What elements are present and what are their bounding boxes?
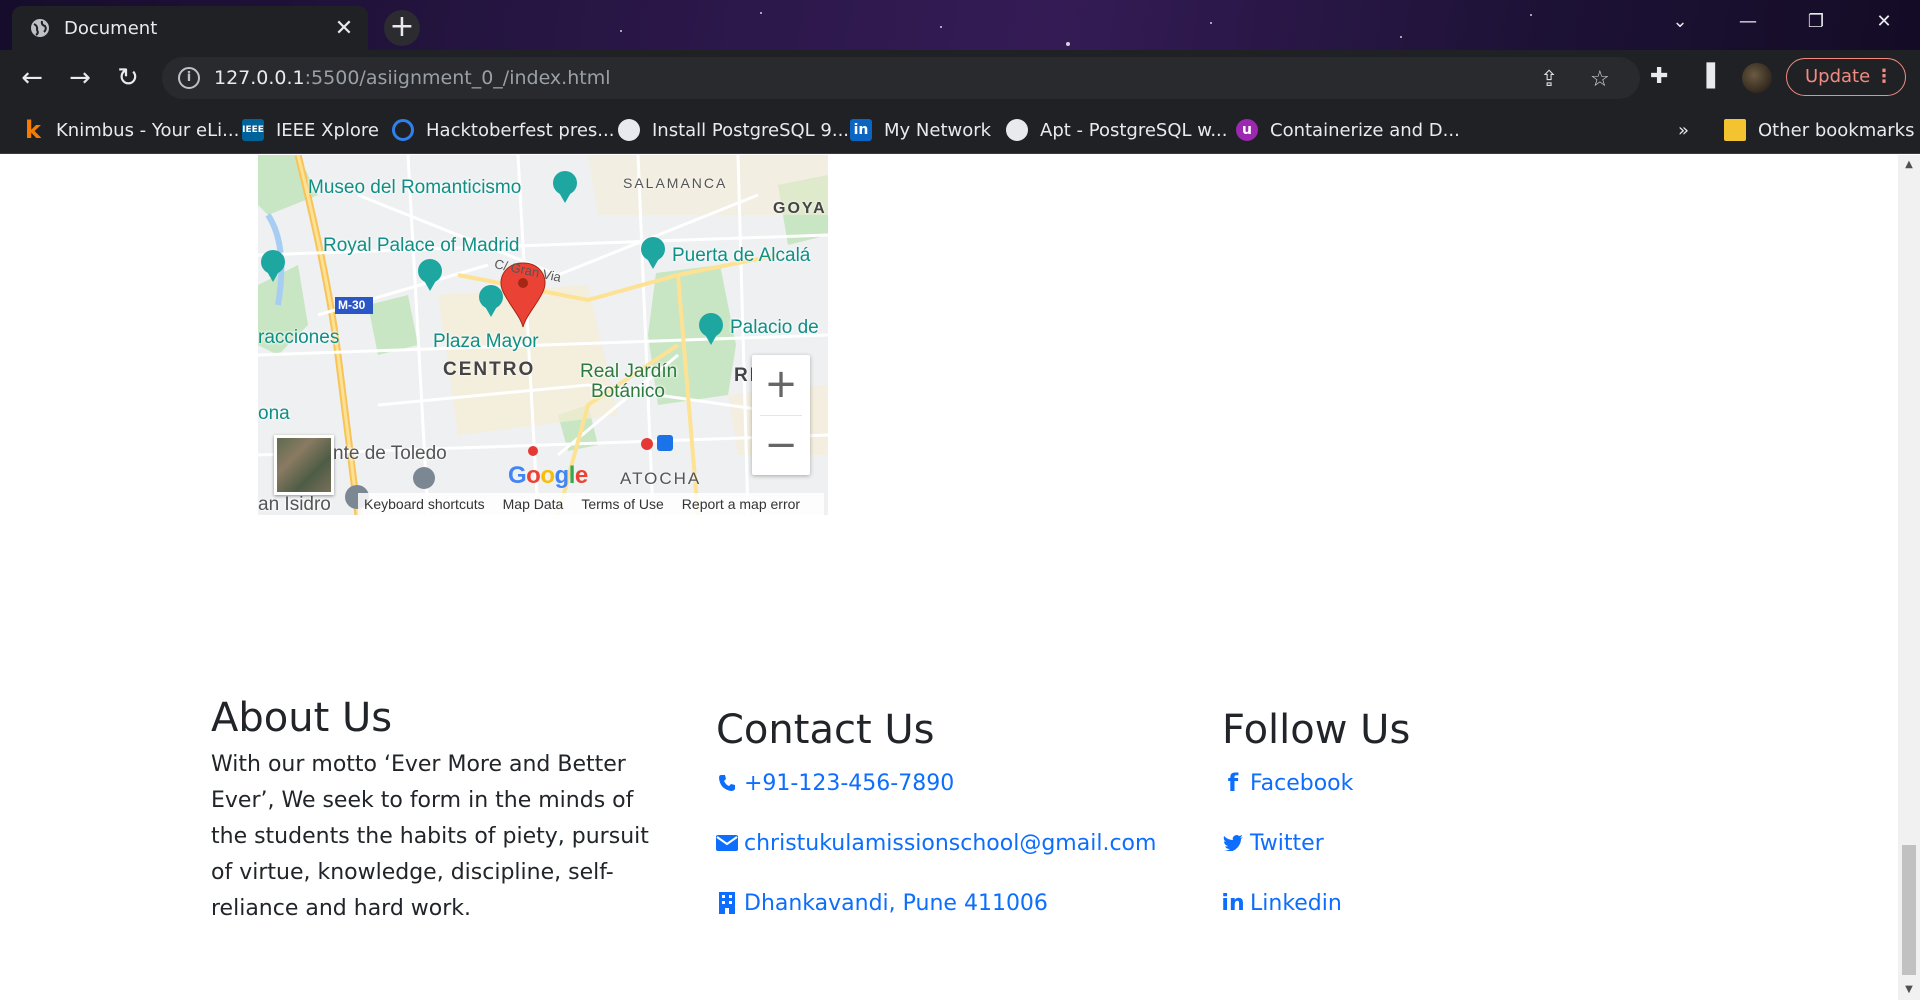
phone-icon: [716, 774, 738, 792]
extensions-icon[interactable]: ✚: [1650, 64, 1668, 89]
google-logo: Google: [508, 462, 588, 489]
scroll-thumb[interactable]: [1902, 845, 1916, 975]
terms-link[interactable]: Terms of Use: [581, 496, 663, 512]
purple-extension-icon: u: [1236, 119, 1258, 141]
building-icon: [716, 892, 738, 914]
twitter-icon: [1222, 835, 1244, 851]
zoom-out-button[interactable]: −: [752, 416, 810, 476]
map-label: SALAMANCA: [623, 175, 728, 191]
twitter-link[interactable]: Twitter: [1222, 813, 1410, 873]
side-panel-icon[interactable]: ▐: [1698, 64, 1715, 89]
tab-strip: Document ✕ + ⌄ — ❐ ✕: [0, 0, 1920, 50]
map-label: ATOCHA: [620, 469, 702, 488]
map-label: ona: [258, 403, 290, 424]
linkedin-link[interactable]: in Linkedin: [1221, 873, 1410, 933]
linkedin-icon: in: [850, 119, 872, 141]
map-label: GOYA: [773, 200, 827, 217]
scroll-down-arrow-icon[interactable]: ▼: [1898, 980, 1920, 1000]
follow-section: Follow Us f Facebook Twitter in Linkedin: [1221, 707, 1411, 933]
map-data-link[interactable]: Map Data: [503, 496, 564, 512]
map-label: Palacio de: [730, 317, 819, 338]
site-info-icon[interactable]: i: [178, 67, 200, 89]
update-button[interactable]: Update ⋮: [1786, 58, 1906, 96]
other-bookmarks[interactable]: Other bookmarks: [1724, 114, 1914, 146]
about-title: About Us: [211, 695, 393, 741]
map-label: Puerta de Alcalá: [672, 245, 811, 266]
new-tab-button[interactable]: +: [384, 10, 420, 46]
hacktoberfest-icon: [392, 119, 414, 141]
facebook-icon: f: [1227, 769, 1239, 797]
bookmark-item[interactable]: k Knimbus - Your eLi...: [22, 114, 239, 146]
map-label: an Isidro: [258, 494, 331, 515]
bookmarks-bar: k Knimbus - Your eLi... IEEE IEEE Xplore…: [0, 106, 1920, 154]
about-section: About Us With our motto ‘Ever More and B…: [211, 695, 671, 927]
ieee-icon: IEEE: [242, 119, 264, 141]
bookmark-item[interactable]: Hacktoberfest pres...: [392, 114, 614, 146]
follow-title: Follow Us: [1222, 707, 1411, 753]
linkedin-icon: in: [1221, 890, 1245, 916]
folder-icon: [1724, 119, 1746, 141]
bookmark-item[interactable]: IEEE IEEE Xplore: [242, 114, 379, 146]
restore-icon[interactable]: ❐: [1784, 0, 1848, 44]
address-bar[interactable]: i 127.0.0.1:5500/asiignment_0_/index.htm…: [162, 57, 1640, 99]
tab-title: Document: [64, 17, 158, 39]
contact-section: Contact Us +91-123-456-7890 christukulam…: [716, 707, 1156, 933]
address-link[interactable]: Dhankavandi, Pune 411006: [716, 873, 1156, 933]
globe-icon: [31, 19, 49, 37]
map-label: M-30: [338, 298, 366, 312]
map-label: CENTRO: [443, 359, 536, 380]
browser-tab[interactable]: Document ✕: [12, 6, 368, 50]
keyboard-shortcuts-link[interactable]: Keyboard shortcuts: [364, 496, 485, 512]
knimbus-icon: k: [25, 116, 41, 144]
contact-title: Contact Us: [716, 707, 935, 753]
scroll-up-arrow-icon[interactable]: ▲: [1898, 155, 1920, 175]
zoom-control: + −: [752, 355, 810, 475]
url-text[interactable]: 127.0.0.1:5500/asiignment_0_/index.html: [214, 67, 611, 89]
map-label: Plaza Mayor: [433, 331, 539, 352]
map-label: nte de Toledo: [333, 443, 447, 464]
back-arrow-icon[interactable]: ←: [14, 60, 50, 96]
page-scrollbar[interactable]: ▲ ▼: [1898, 155, 1920, 1000]
satellite-toggle[interactable]: [274, 435, 334, 495]
minimize-icon[interactable]: —: [1716, 0, 1780, 44]
profile-avatar[interactable]: [1742, 63, 1772, 93]
phone-link[interactable]: +91-123-456-7890: [716, 753, 1156, 813]
share-icon[interactable]: ⇪: [1540, 67, 1558, 92]
more-bookmarks-icon[interactable]: »: [1678, 114, 1689, 146]
bookmark-item[interactable]: Apt - PostgreSQL w...: [1006, 114, 1227, 146]
bookmark-item[interactable]: Install PostgreSQL 9...: [618, 114, 849, 146]
forward-arrow-icon[interactable]: →: [62, 60, 98, 96]
globe-icon: [618, 119, 640, 141]
report-error-link[interactable]: Report a map error: [682, 496, 800, 512]
map-label: Botánico: [591, 381, 665, 402]
globe-icon: [1006, 119, 1028, 141]
toolbar: ← → ↻ i 127.0.0.1:5500/asiignment_0_/ind…: [0, 50, 1920, 106]
close-window-icon[interactable]: ✕: [1852, 0, 1916, 44]
map-footer: Keyboard shortcuts Map Data Terms of Use…: [358, 493, 825, 515]
menu-dots-icon[interactable]: ⋮: [1875, 59, 1893, 95]
bookmark-star-icon[interactable]: ☆: [1590, 67, 1610, 92]
tab-search-icon[interactable]: ⌄: [1648, 0, 1712, 44]
map-label: Real Jardín: [580, 361, 678, 382]
envelope-icon: [716, 835, 738, 851]
reload-icon[interactable]: ↻: [110, 60, 146, 96]
facebook-link[interactable]: f Facebook: [1222, 753, 1410, 813]
email-link[interactable]: christukulamissionschool@gmail.com: [716, 813, 1156, 873]
embedded-map[interactable]: Museo del Romanticismo SALAMANCA GOYA Ro…: [258, 155, 828, 515]
map-label: Museo del Romanticismo: [308, 177, 522, 198]
close-tab-icon[interactable]: ✕: [332, 16, 356, 41]
bookmark-item[interactable]: u Containerize and D...: [1236, 114, 1460, 146]
about-text: With our motto ‘Ever More and Better Eve…: [211, 752, 649, 921]
map-label: Royal Palace of Madrid: [323, 235, 520, 256]
bookmark-item[interactable]: in My Network: [850, 114, 991, 146]
page-viewport: Museo del Romanticismo SALAMANCA GOYA Ro…: [0, 155, 1898, 1000]
zoom-in-button[interactable]: +: [752, 355, 810, 415]
map-label: racciones: [258, 327, 340, 348]
